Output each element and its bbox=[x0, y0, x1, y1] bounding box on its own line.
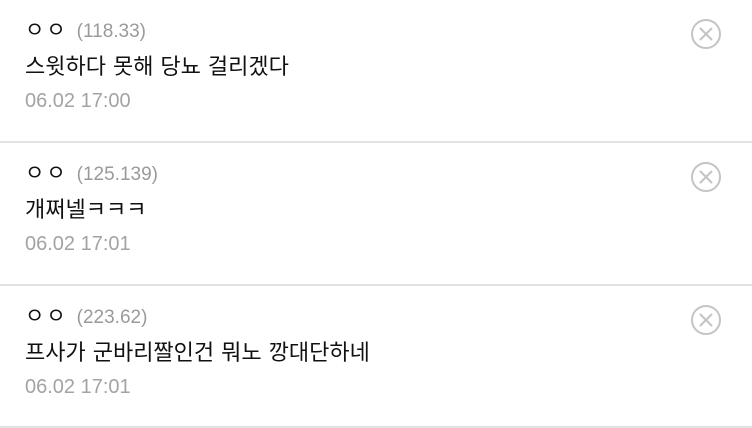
comment-ip: (223.62) bbox=[76, 307, 148, 328]
close-circle-icon bbox=[691, 162, 721, 192]
comment-text: 프사가 군바리짤인건 뭐노 깡대단하네 bbox=[25, 341, 370, 366]
comment-item: ㅇㅇ (223.62) 프사가 군바리짤인건 뭐노 깡대단하네 06.02 17… bbox=[0, 286, 752, 428]
comment-time: 06.02 17:01 bbox=[25, 376, 131, 398]
comment-list: ㅇㅇ (118.33) 스윗하다 못해 당뇨 걸리겠다 06.02 17:00 … bbox=[0, 0, 752, 428]
comment-time: 06.02 17:00 bbox=[25, 90, 131, 112]
comment-item: ㅇㅇ (118.33) 스윗하다 못해 당뇨 걸리겠다 06.02 17:00 bbox=[0, 0, 752, 143]
comment-nickname[interactable]: ㅇㅇ bbox=[25, 157, 68, 187]
delete-comment-button[interactable] bbox=[690, 161, 722, 193]
comment-meta: ㅇㅇ (125.139) bbox=[25, 157, 752, 187]
comment-ip: (125.139) bbox=[76, 164, 158, 185]
comment-ip: (118.33) bbox=[76, 21, 146, 42]
close-circle-icon bbox=[691, 305, 721, 335]
comment-text: 개쩌넬ㅋㅋㅋ bbox=[25, 198, 147, 223]
comment-text: 스윗하다 못해 당뇨 걸리겠다 bbox=[25, 55, 289, 80]
delete-comment-button[interactable] bbox=[690, 18, 722, 50]
comment-time: 06.02 17:01 bbox=[25, 233, 131, 255]
comment-nickname[interactable]: ㅇㅇ bbox=[25, 300, 68, 330]
close-circle-icon bbox=[691, 19, 721, 49]
delete-comment-button[interactable] bbox=[690, 304, 722, 336]
comment-item: ㅇㅇ (125.139) 개쩌넬ㅋㅋㅋ 06.02 17:01 bbox=[0, 143, 752, 286]
comment-meta: ㅇㅇ (118.33) bbox=[25, 14, 752, 44]
comment-nickname[interactable]: ㅇㅇ bbox=[25, 14, 68, 44]
comment-meta: ㅇㅇ (223.62) bbox=[25, 300, 752, 330]
